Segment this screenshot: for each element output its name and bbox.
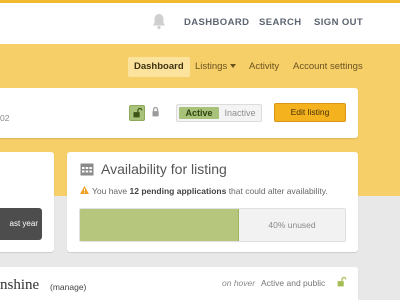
subnav-account-settings[interactable]: Account settings xyxy=(293,57,363,77)
subnav-listings[interactable]: Listings xyxy=(195,57,237,77)
unlock-icon xyxy=(133,107,143,118)
calendar-icon xyxy=(80,163,94,176)
status-toggle[interactable]: Active Inactive xyxy=(176,104,262,122)
bell-icon[interactable] xyxy=(151,12,167,30)
listing-status: Active and public xyxy=(261,278,326,288)
hover-hint: on hover xyxy=(222,278,256,288)
warning-text-pre: You have xyxy=(92,186,130,196)
subnav-dashboard[interactable]: Dashboard xyxy=(128,57,190,77)
warning-text-post: that could alter availability. xyxy=(226,186,328,196)
manage-link[interactable]: (manage) xyxy=(50,282,86,292)
listing-name: nshine xyxy=(0,277,40,293)
public-lock-button[interactable] xyxy=(129,105,145,121)
pending-count[interactable]: 12 pending applications xyxy=(130,186,227,196)
unused-label: 40% unused xyxy=(268,220,316,230)
availability-used-fill xyxy=(80,209,239,241)
subnav-activity[interactable]: Activity xyxy=(249,57,279,77)
pending-warning: You have 12 pending applications that co… xyxy=(92,186,328,196)
chevron-down-icon xyxy=(230,64,237,69)
warning-icon xyxy=(80,186,89,194)
last-year-button[interactable]: ast year xyxy=(0,208,42,240)
private-lock-button[interactable] xyxy=(149,105,165,121)
status-inactive-option[interactable]: Inactive xyxy=(221,107,259,119)
availability-bar: 40% unused xyxy=(79,208,346,242)
availability-title: Availability for listing xyxy=(101,161,227,177)
nav-sign-out[interactable]: SIGN OUT xyxy=(314,17,363,28)
nav-search[interactable]: SEARCH xyxy=(259,17,302,28)
listing-date: 02 xyxy=(0,113,10,123)
subnav-listings-label: Listings xyxy=(195,61,228,72)
status-active-option[interactable]: Active xyxy=(179,107,219,119)
lock-icon xyxy=(152,106,159,117)
unlock-icon[interactable] xyxy=(335,275,349,289)
edit-listing-button[interactable]: Edit listing xyxy=(274,103,346,122)
nav-dashboard[interactable]: DASHBOARD xyxy=(184,17,249,28)
